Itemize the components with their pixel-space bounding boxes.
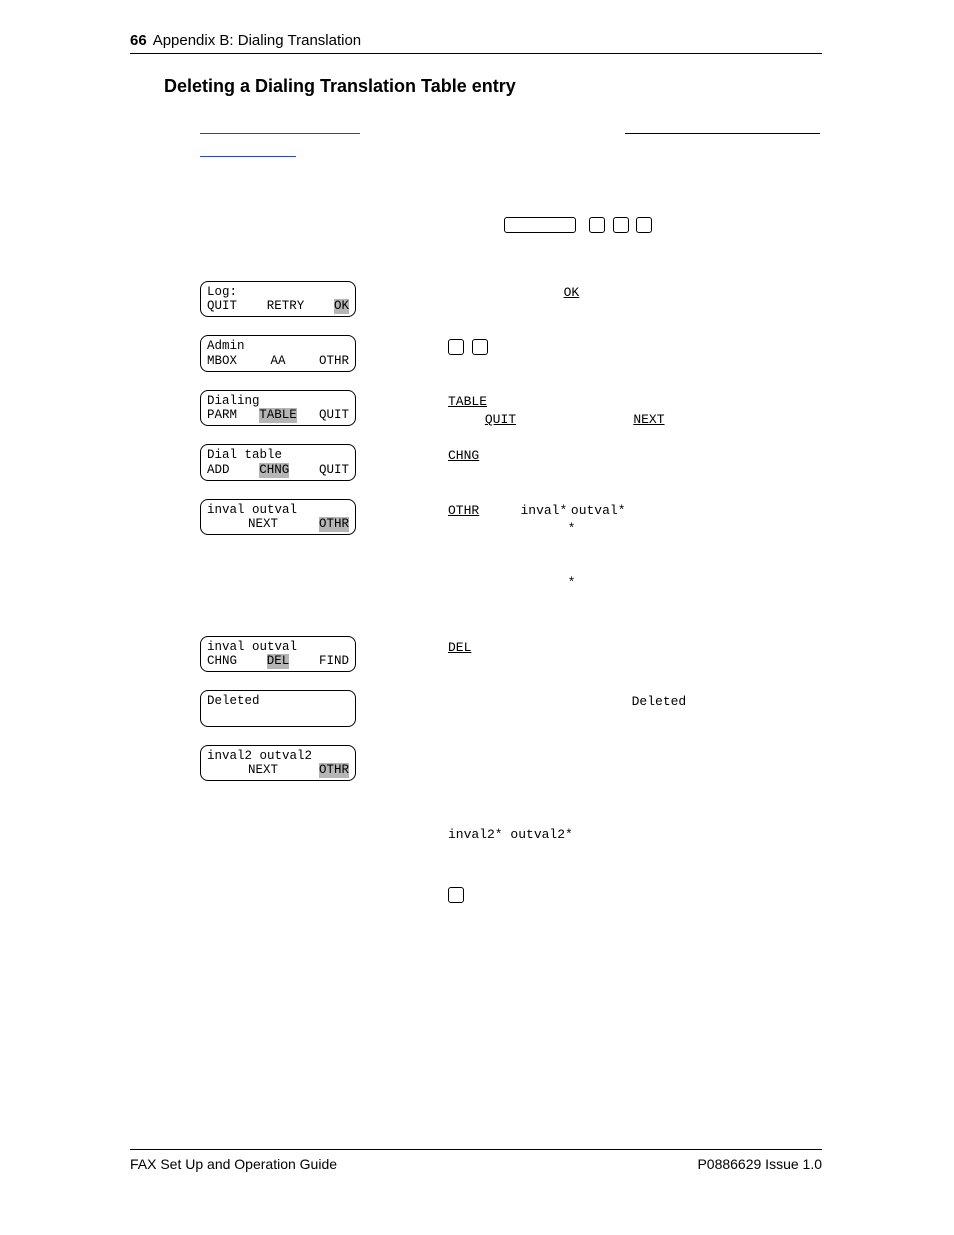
- softkey-table[interactable]: TABLE: [448, 394, 487, 409]
- blue-rule: [200, 133, 360, 134]
- softkey-chng[interactable]: CHNG: [448, 448, 479, 463]
- section-title: Deleting a Dialing Translation Table ent…: [164, 76, 822, 97]
- digit-key-icon: [448, 339, 464, 355]
- digit-key-icon: [589, 217, 605, 233]
- lcd-dial-table: Dial table ADD CHNG QUIT: [200, 444, 356, 481]
- softkey-quit[interactable]: QUIT: [485, 412, 516, 427]
- step-6-text: OTHR inval* outval* *: [448, 499, 820, 538]
- blue-rule-short: [200, 156, 296, 157]
- digit-key-icon: [472, 339, 488, 355]
- text-star: *: [568, 521, 576, 536]
- digit-key-icon: [613, 217, 629, 233]
- digit-key-icon: [636, 217, 652, 233]
- step-3-text: [448, 335, 820, 355]
- inval2-outval2-text: inval2* outval2*: [448, 827, 573, 842]
- text-inval: inval*: [520, 503, 567, 518]
- text-star2: *: [568, 575, 576, 590]
- step-5-text: CHNG: [448, 444, 820, 465]
- rls-key-icon: [448, 887, 464, 903]
- softkey-next[interactable]: NEXT: [633, 412, 664, 427]
- deleted-text: Deleted: [632, 694, 687, 709]
- lcd-dialing: Dialing PARM TABLE QUIT: [200, 390, 356, 427]
- page-number: 66: [130, 32, 147, 49]
- softkey-ok[interactable]: OK: [564, 285, 580, 300]
- header-section: Appendix B: Dialing Translation: [153, 32, 361, 49]
- softkey-del[interactable]: DEL: [448, 640, 471, 655]
- feature-key-icon: [504, 217, 576, 233]
- page-footer: FAX Set Up and Operation Guide P0886629 …: [130, 1149, 822, 1172]
- lcd-inval2-outval2: inval2 outval2 NEXT OTHR: [200, 745, 356, 782]
- step-8-text: Deleted: [448, 690, 820, 711]
- step-press-feature: 1 Press: [448, 213, 820, 233]
- step-7-text: DEL: [448, 636, 820, 657]
- text-outval: outval*: [571, 503, 626, 518]
- step-2-text: Enter … then press OK: [448, 281, 820, 302]
- footer-right: P0886629 Issue 1.0: [697, 1156, 822, 1172]
- lcd-deleted: Deleted: [200, 690, 356, 727]
- softkey-othr[interactable]: OTHR: [448, 503, 479, 518]
- lcd-chng-del-find: inval outval CHNG DEL FIND: [200, 636, 356, 673]
- footer-left: FAX Set Up and Operation Guide: [130, 1156, 337, 1172]
- right-top-rule: [625, 133, 820, 134]
- lcd-admin: Admin MBOX AA OTHR: [200, 335, 356, 372]
- lcd-log: Log: QUIT RETRY OK: [200, 281, 356, 318]
- page-header: 66 Appendix B: Dialing Translation: [130, 32, 822, 54]
- step-4-text: TABLE Press QUIT to return or NEXT: [448, 390, 820, 429]
- lcd-inval-outval: inval outval NEXT OTHR: [200, 499, 356, 536]
- content-area: 1 Press Log: QUIT RETRY OK: [200, 133, 820, 903]
